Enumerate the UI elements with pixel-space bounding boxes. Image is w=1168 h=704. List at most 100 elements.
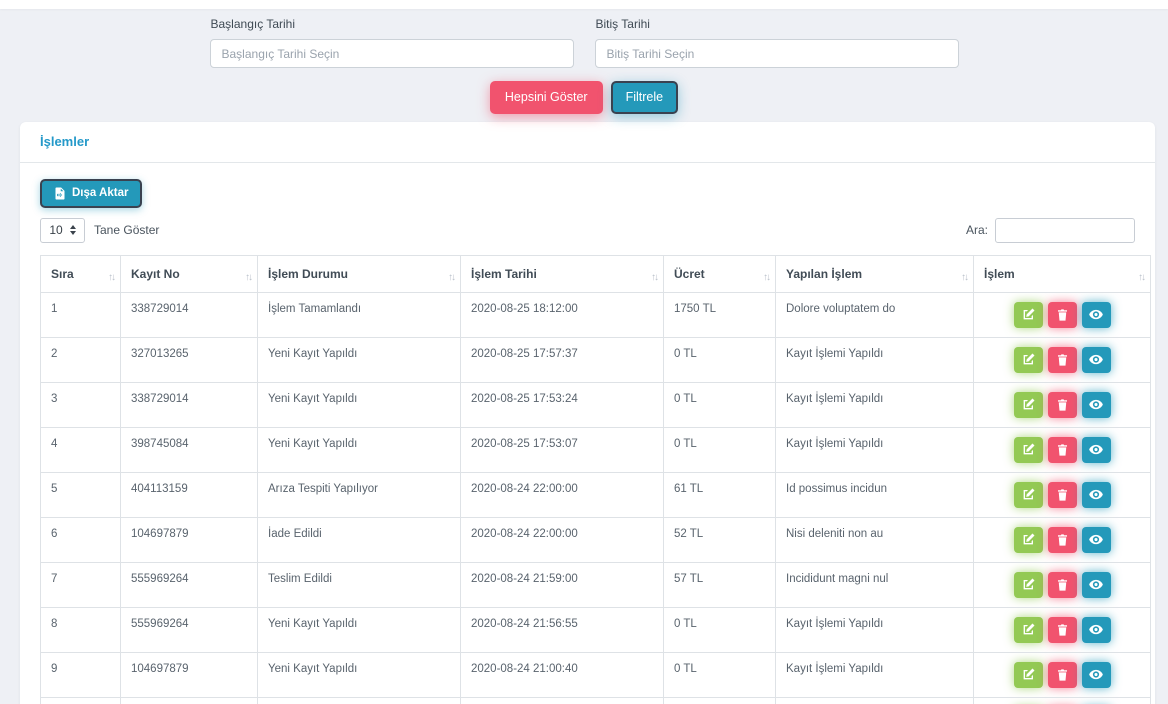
- delete-button[interactable]: [1048, 482, 1077, 508]
- cell-actions: [974, 607, 1151, 652]
- cell-ucret: 61 TL: [664, 472, 776, 517]
- export-button[interactable]: Dışa Aktar: [40, 179, 142, 208]
- edit-icon: [1022, 353, 1035, 366]
- filter-button[interactable]: Filtrele: [611, 81, 679, 114]
- view-button[interactable]: [1082, 617, 1111, 643]
- edit-button[interactable]: [1014, 572, 1043, 598]
- delete-button[interactable]: [1048, 437, 1077, 463]
- search-label: Ara:: [966, 223, 988, 237]
- edit-icon: [1022, 488, 1035, 501]
- delete-button[interactable]: [1048, 662, 1077, 688]
- eye-icon: [1089, 399, 1103, 410]
- sort-icon: ↑↓: [763, 272, 769, 283]
- end-date-group: Bitiş Tarihi: [595, 16, 959, 68]
- cell-ucret: 52 TL: [664, 517, 776, 562]
- cell-actions: [974, 472, 1151, 517]
- end-date-input[interactable]: [595, 39, 959, 68]
- cell-sira: 10: [41, 697, 121, 704]
- view-button[interactable]: [1082, 392, 1111, 418]
- view-button[interactable]: [1082, 572, 1111, 598]
- cell-actions: [974, 292, 1151, 337]
- view-button[interactable]: [1082, 347, 1111, 373]
- eye-icon: [1089, 624, 1103, 635]
- edit-button[interactable]: [1014, 437, 1043, 463]
- eye-icon: [1089, 534, 1103, 545]
- edit-button[interactable]: [1014, 617, 1043, 643]
- cell-ucret: 1750 TL: [664, 292, 776, 337]
- cell-durum: Yeni Kayıt Yapıldı: [258, 697, 461, 704]
- cell-kayit_no: 404113159: [121, 472, 258, 517]
- sort-icon: ↑↓: [961, 272, 967, 283]
- delete-button[interactable]: [1048, 527, 1077, 553]
- edit-button[interactable]: [1014, 302, 1043, 328]
- cell-kayit_no: 338729014: [121, 292, 258, 337]
- row-actions: [980, 572, 1144, 598]
- sort-icon: ↑↓: [651, 272, 657, 283]
- cell-durum: Arıza Tespiti Yapılıyor: [258, 472, 461, 517]
- view-button[interactable]: [1082, 662, 1111, 688]
- edit-icon: [1022, 443, 1035, 456]
- show-all-button[interactable]: Hepsini Göster: [490, 81, 603, 114]
- cell-actions: [974, 562, 1151, 607]
- column-header-0[interactable]: Sıra↑↓: [41, 255, 121, 292]
- row-actions: [980, 392, 1144, 418]
- cell-durum: Yeni Kayıt Yapıldı: [258, 607, 461, 652]
- date-filter-section: Başlangıç Tarihi Bitiş Tarihi: [0, 16, 1168, 68]
- edit-button[interactable]: [1014, 482, 1043, 508]
- cell-sira: 5: [41, 472, 121, 517]
- edit-button[interactable]: [1014, 662, 1043, 688]
- trash-icon: [1057, 399, 1068, 411]
- edit-icon: [1022, 668, 1035, 681]
- view-button[interactable]: [1082, 527, 1111, 553]
- trash-icon: [1057, 444, 1068, 456]
- edit-button[interactable]: [1014, 347, 1043, 373]
- cell-tarih: 2020-08-24 21:59:00: [461, 562, 664, 607]
- delete-button[interactable]: [1048, 572, 1077, 598]
- sort-icon: ↑↓: [448, 272, 454, 283]
- select-stepper-icon: [70, 225, 76, 235]
- cell-durum: İade Edildi: [258, 517, 461, 562]
- column-header-5[interactable]: Yapılan İşlem↑↓: [776, 255, 974, 292]
- view-button[interactable]: [1082, 482, 1111, 508]
- search-input[interactable]: [995, 218, 1135, 243]
- trash-icon: [1057, 489, 1068, 501]
- cell-tarih: 2020-08-24 22:00:00: [461, 517, 664, 562]
- transactions-card: İşlemler Dışa Aktar 10 Tane Gö: [20, 122, 1155, 704]
- cell-actions: [974, 382, 1151, 427]
- cell-actions: [974, 337, 1151, 382]
- column-header-6[interactable]: İşlem↑↓: [974, 255, 1151, 292]
- view-button[interactable]: [1082, 437, 1111, 463]
- view-button[interactable]: [1082, 302, 1111, 328]
- column-header-1[interactable]: Kayıt No↑↓: [121, 255, 258, 292]
- table-row: 9104697879Yeni Kayıt Yapıldı2020-08-24 2…: [41, 652, 1151, 697]
- edit-button[interactable]: [1014, 392, 1043, 418]
- cell-kayit_no: 104697879: [121, 652, 258, 697]
- cell-yapilan: Dolore voluptatem do: [776, 292, 974, 337]
- cell-yapilan: Kayıt İşlemi Yapıldı: [776, 427, 974, 472]
- trash-icon: [1057, 579, 1068, 591]
- page-size-select[interactable]: 10: [40, 218, 85, 243]
- delete-button[interactable]: [1048, 302, 1077, 328]
- column-header-2[interactable]: İşlem Durumu↑↓: [258, 255, 461, 292]
- card-body: Dışa Aktar 10 Tane Göster Ara: Sıra↑↓Kay…: [20, 163, 1155, 704]
- cell-ucret: 0 TL: [664, 697, 776, 704]
- cell-actions: [974, 517, 1151, 562]
- cell-sira: 4: [41, 427, 121, 472]
- edit-button[interactable]: [1014, 527, 1043, 553]
- start-date-input[interactable]: [210, 39, 574, 68]
- cell-ucret: 0 TL: [664, 337, 776, 382]
- delete-button[interactable]: [1048, 347, 1077, 373]
- delete-button[interactable]: [1048, 392, 1077, 418]
- filter-buttons-row: Hepsini Göster Filtrele: [0, 81, 1168, 114]
- column-header-3[interactable]: İşlem Tarihi↑↓: [461, 255, 664, 292]
- column-header-4[interactable]: Ücret↑↓: [664, 255, 776, 292]
- trash-icon: [1057, 624, 1068, 636]
- delete-button[interactable]: [1048, 617, 1077, 643]
- cell-ucret: 57 TL: [664, 562, 776, 607]
- cell-durum: Yeni Kayıt Yapıldı: [258, 427, 461, 472]
- cell-yapilan: Id possimus incidun: [776, 472, 974, 517]
- cell-kayit_no: 338729014: [121, 382, 258, 427]
- cell-yapilan: Nisi deleniti non au: [776, 517, 974, 562]
- table-header-row: Sıra↑↓Kayıt No↑↓İşlem Durumu↑↓İşlem Tari…: [41, 255, 1151, 292]
- table-row: 7555969264Teslim Edildi2020-08-24 21:59:…: [41, 562, 1151, 607]
